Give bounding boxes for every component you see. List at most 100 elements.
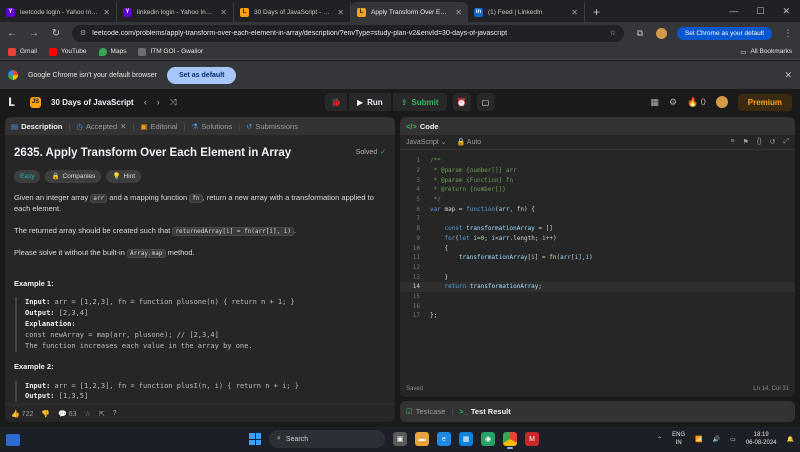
code-line[interactable]: 6 var map = function(arr, fn) {	[400, 204, 795, 214]
profile-avatar[interactable]	[655, 27, 667, 39]
input-language[interactable]: ENG IN	[672, 432, 685, 446]
extensions-icon[interactable]: ⧉	[634, 27, 646, 39]
code-line[interactable]: 11 transformationArray[i] = fn(arr[i],i)	[400, 253, 795, 263]
address-bar[interactable]: ⚙ leetcode.com/problems/apply-transform-…	[72, 24, 624, 42]
browser-tab[interactable]: L 30 Days of JavaScript - Study Pl ✕	[234, 2, 351, 22]
code-line[interactable]: 7	[400, 214, 795, 224]
shuffle-icon[interactable]: ⤨	[170, 97, 177, 108]
browser-tab-active[interactable]: L Apply Transform Over Each Elem ✕	[351, 2, 468, 22]
tab-editorial[interactable]: ▣ Editorial	[140, 122, 177, 131]
language-select[interactable]: JavaScript ⌄	[406, 138, 447, 146]
format-icon[interactable]: ≡	[730, 138, 734, 146]
code-line[interactable]: 1 /**	[400, 156, 795, 166]
tab-accepted[interactable]: ◷ Accepted ✕	[76, 122, 126, 131]
next-problem-icon[interactable]: ›	[157, 97, 160, 108]
leetcode-logo-icon[interactable]: ᒪ	[8, 96, 20, 109]
all-bookmarks[interactable]: ▭ All Bookmarks	[740, 48, 792, 56]
timer-icon[interactable]: ⏰	[452, 93, 471, 111]
code-line[interactable]: 8 const transformationArray = []	[400, 224, 795, 234]
study-plan-title[interactable]: 30 Days of JavaScript	[51, 98, 134, 107]
close-tab-icon[interactable]: ✕	[337, 8, 344, 17]
close-tab-icon[interactable]: ✕	[571, 8, 578, 17]
browser-tab[interactable]: Y leetcode login - Yahoo India Se ✕	[0, 2, 117, 22]
chevron-up-icon[interactable]: ⌃	[657, 436, 662, 443]
code-line[interactable]: 17};	[400, 311, 795, 321]
premium-button[interactable]: Premium	[737, 93, 792, 111]
reset-icon[interactable]: ↺	[770, 138, 776, 146]
mcafee-icon[interactable]: M	[525, 432, 539, 446]
close-window-icon[interactable]: ✕	[782, 6, 790, 17]
submit-button[interactable]: ⇪ Submit	[392, 93, 447, 111]
code-line[interactable]: 3 * @param {Function} fn	[400, 175, 795, 185]
windows-start-icon[interactable]	[249, 433, 261, 445]
streak-fire[interactable]: 🔥 0	[687, 97, 706, 108]
tab-test-result[interactable]: >_ Test Result	[459, 407, 510, 416]
code-line[interactable]: 12	[400, 263, 795, 273]
notes-icon[interactable]: ▢	[476, 93, 495, 111]
braces-icon[interactable]: {}	[757, 138, 762, 146]
close-tab-icon[interactable]: ✕	[103, 8, 110, 17]
wifi-icon[interactable]: 📶	[695, 436, 702, 443]
close-tab-icon[interactable]: ✕	[220, 8, 227, 17]
code-line[interactable]: 16	[400, 301, 795, 311]
help-icon[interactable]: ?	[113, 410, 117, 417]
prev-problem-icon[interactable]: ‹	[144, 97, 147, 108]
bookmark-star-icon[interactable]: ☆	[610, 29, 616, 37]
edge-icon[interactable]: e	[437, 432, 451, 446]
close-tab-icon[interactable]: ✕	[120, 122, 126, 131]
reload-icon[interactable]: ↻	[50, 28, 62, 39]
battery-icon[interactable]: ▭	[730, 436, 736, 443]
site-info-icon[interactable]: ⚙	[80, 29, 86, 37]
code-line[interactable]: 2 * @param {number[]} arr	[400, 166, 795, 176]
maximize-icon[interactable]: ☐	[756, 6, 764, 17]
tab-code[interactable]: </> Code	[406, 122, 439, 131]
like-button[interactable]: 👍 722	[11, 410, 33, 418]
debug-icon[interactable]: 🐞	[325, 93, 347, 111]
tab-testcase[interactable]: ☑ Testcase	[406, 407, 445, 416]
bookmark-gmail[interactable]: Gmail	[8, 47, 37, 56]
new-tab-button[interactable]: +	[585, 2, 608, 22]
tab-description[interactable]: ▤ Description	[11, 122, 62, 131]
set-chrome-default-chip[interactable]: Set Chrome as your default	[676, 26, 772, 40]
code-line[interactable]: 9 for(let i=0; i<arr.length; i++)	[400, 234, 795, 244]
app-icon[interactable]: ◉	[481, 432, 495, 446]
dislike-icon[interactable]: 👎	[41, 410, 50, 418]
auto-mode[interactable]: 🔒 Auto	[457, 138, 482, 146]
chrome-taskbar-icon[interactable]	[503, 432, 517, 449]
tab-submissions[interactable]: ↺ Submissions	[246, 122, 298, 131]
set-as-default-button[interactable]: Set as default	[166, 66, 237, 84]
run-button[interactable]: ▶ Run	[348, 93, 391, 111]
bookmark-icon[interactable]: ⚑	[743, 138, 749, 146]
code-line[interactable]: 5 */	[400, 195, 795, 205]
code-line[interactable]: 15	[400, 292, 795, 302]
volume-icon[interactable]: 🔊	[713, 436, 720, 443]
bookmark-itm[interactable]: ITM GOI - Gwalior	[138, 47, 203, 56]
code-editor[interactable]: 1/** 2 * @param {number[]} arr 3 * @param …	[400, 150, 795, 321]
forward-icon[interactable]: →	[28, 28, 40, 39]
browser-tab[interactable]: Y linkedin login - Yahoo India Se ✕	[117, 2, 234, 22]
close-infobar-icon[interactable]: ✕	[784, 70, 792, 81]
tab-solutions[interactable]: ⚗ Solutions	[192, 122, 233, 131]
browser-tab[interactable]: in (1) Feed | LinkedIn ✕	[468, 2, 585, 22]
minimize-icon[interactable]: —	[729, 6, 738, 16]
menu-dots-icon[interactable]: ⋮	[782, 27, 794, 39]
hint-tag[interactable]: 💡 Hint	[106, 169, 142, 184]
back-icon[interactable]: ←	[6, 28, 18, 39]
settings-gear-icon[interactable]: ⚙	[669, 97, 677, 108]
code-line[interactable]: 10 {	[400, 243, 795, 253]
user-avatar[interactable]	[715, 96, 728, 108]
code-line[interactable]: 13 }	[400, 272, 795, 282]
code-line[interactable]: 14 return transformationArray;	[400, 282, 795, 292]
share-icon[interactable]: ⇱	[99, 410, 105, 418]
layout-grid-icon[interactable]: ▦	[650, 97, 659, 108]
code-line[interactable]: 4 * @return {number[]}	[400, 185, 795, 195]
star-icon[interactable]: ☆	[85, 410, 91, 418]
file-explorer-icon[interactable]: ▬	[415, 432, 429, 446]
close-tab-icon[interactable]: ✕	[455, 8, 462, 17]
notifications-icon[interactable]: 🔔	[787, 436, 794, 443]
store-icon[interactable]: ▦	[459, 432, 473, 446]
fullscreen-icon[interactable]: ⤢	[783, 138, 789, 146]
bookmark-maps[interactable]: Maps	[98, 47, 126, 56]
companies-tag[interactable]: 🔒 Companies	[45, 169, 102, 184]
clock[interactable]: 18:19 06-08-2024	[746, 432, 777, 446]
